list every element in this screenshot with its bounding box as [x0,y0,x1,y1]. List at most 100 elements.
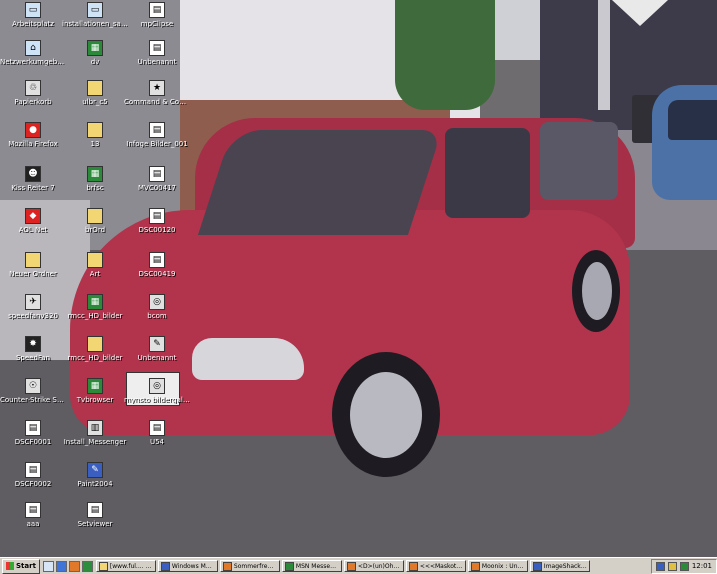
desktop-icon[interactable]: ☉ Counter-Strike Source [0,378,66,404]
desktop-icon-label: Mozilla Firefox [8,140,58,148]
firefox-icon[interactable] [68,560,80,572]
desktop-icon[interactable]: ▤ MVC00417 [124,166,190,192]
document-icon: ▤ [87,502,103,518]
desktop-icon[interactable]: ★ Command & Conquer Generäle Die Stun... [124,80,190,106]
start-button[interactable]: Start [2,558,40,574]
windows-logo-icon [6,562,14,570]
volume-tray-icon[interactable] [667,561,677,571]
desktop-icon[interactable]: Neuer Ordner [0,252,66,278]
app-icon [222,561,232,571]
desktop-icon-label: mpClipse [140,20,174,28]
desktop-icon[interactable]: ◎ mynsto bildergalle.. [124,378,190,404]
program-icon: ✸ [25,336,41,352]
desktop-icon[interactable]: rmcc_HD_bilder [62,336,128,362]
desktop[interactable]: ▭ Arbeitsplatz ⌂ Netzwerkumgebung ♲ Papierkor… [0,0,717,557]
desktop-icon-label: DSCF0002 [14,480,52,488]
taskbar-clock[interactable]: 12:01 [692,562,712,570]
desktop-icon[interactable]: ▭ installationen_sauvo [62,2,128,28]
wallpaper-hedge [395,0,495,110]
desktop-icon[interactable]: ▦ brfsc [62,166,128,192]
program-icon: ⌂ [25,40,41,56]
messenger-icon[interactable] [81,560,93,572]
desktop-icon-label: mynsto bildergalle.. [124,396,190,404]
desktop-icon[interactable]: ▤ DSCF0001 [0,420,66,446]
program-icon: ☻ [25,166,41,182]
desktop-icon[interactable]: ▦ dv [62,40,128,66]
program-icon: ✎ [87,462,103,478]
wallpaper-blue-car-window [668,100,717,140]
desktop-icon-label: Netzwerkumgebung [0,58,66,66]
desktop-icon[interactable]: ▤ mpClipse [124,2,190,28]
desktop-icon[interactable]: ✎ Unbenannt [124,336,190,362]
desktop-icon[interactable]: ▤ aaa [0,502,66,528]
taskbar-button[interactable]: MSN Messenger [281,560,342,572]
desktop-icon[interactable]: ulbr_c5 [62,80,128,106]
desktop-icon[interactable]: ▦ rmcc_HD_bilder [62,294,128,320]
taskbar-button[interactable]: Windows Media... [157,560,218,572]
desktop-icon[interactable]: Art [62,252,128,278]
program-icon: ✎ [149,336,165,352]
document-icon: ▤ [149,2,165,18]
desktop-icon-label: dv [90,58,100,66]
desktop-icon[interactable]: ✈ speedfanv320 [0,294,66,320]
desktop-icon-label: rmcc_HD_bilder [67,312,123,320]
desktop-icon-label: Setviewer [77,520,113,528]
show-desktop-icon[interactable] [42,560,54,572]
program-icon: ♲ [25,80,41,96]
internet-explorer-icon[interactable] [55,560,67,572]
start-label: Start [16,562,36,570]
desktop-icon[interactable]: ⌂ Netzwerkumgebung [0,40,66,66]
desktop-icon[interactable]: ☻ Kiss Reiter 7 [0,166,66,192]
desktop-icon-label: bcom [147,312,167,320]
desktop-icon[interactable]: ✸ SpeedFan [0,336,66,362]
taskbar-button-label: ImageShack - ... [543,562,587,570]
wallpaper-car-rear-window [540,122,618,200]
taskbar-button-label: Windows Media... [171,562,215,570]
messenger-tray-icon[interactable] [679,561,689,571]
document-icon: ▤ [149,252,165,268]
desktop-icon[interactable]: brOrd [62,208,128,234]
desktop-icon[interactable]: ◆ AOL Net [0,208,66,234]
taskbar-button[interactable]: <D>(un)Ohne Ln... [343,560,404,572]
desktop-icon[interactable]: ▤ Infoge Bilder_001 [124,122,190,148]
app-icon [470,561,480,571]
program-icon: ▦ [87,40,103,56]
program-icon: ▭ [25,2,41,18]
desktop-icon[interactable]: ▤ U54 [124,420,190,446]
network-tray-icon[interactable] [655,561,665,571]
system-tray: 12:01 [650,558,717,574]
desktop-icon[interactable]: ▤ DSC00120 [124,208,190,234]
desktop-icon-label: MVC00417 [138,184,176,192]
desktop-icon[interactable]: ▦ Tvbrowser [62,378,128,404]
desktop-icon[interactable]: ♲ Papierkorb [0,80,66,106]
desktop-icon[interactable]: ▭ Arbeitsplatz [0,2,66,28]
desktop-icon[interactable]: ✎ Paint2004 [62,462,128,488]
taskbar-button-label: MSN Messenger [295,562,339,570]
desktop-icon[interactable]: ▤ DSC00419 [124,252,190,278]
desktop-icon-label: speedfanv320 [8,312,58,320]
program-icon: ▭ [87,2,103,18]
wallpaper-car-windshield [197,130,443,235]
desktop-icon-label: DSC00120 [138,226,176,234]
taskbar-button[interactable]: Sommerfrendl... [219,560,280,572]
desktop-icon[interactable]: ◎ bcom [124,294,190,320]
desktop-icon[interactable]: ▤ Unbenannt [124,40,190,66]
desktop-icon[interactable]: ▤ Setviewer [62,502,128,528]
program-icon: ▥ [87,420,103,436]
taskbar-button[interactable]: Moonix : Unter... [467,560,528,572]
folder-icon [87,122,103,138]
desktop-icon-label: ulbr_c5 [82,98,108,106]
desktop-icon-label: Neuer Ordner [9,270,57,278]
desktop-icon[interactable]: ▤ DSCF0002 [0,462,66,488]
document-icon: ▤ [149,420,165,436]
desktop-icon-label: installationen_sauvo [62,20,128,28]
document-icon: ▤ [25,462,41,478]
desktop-icon[interactable]: ● Mozilla Firefox [0,122,66,148]
taskbar-button[interactable]: <<<Maskotz>>>... [405,560,466,572]
desktop-icon-label: Install_Messenger [63,438,127,446]
taskbar-button[interactable]: ImageShack - ... [529,560,590,572]
taskbar-button[interactable]: [www.ful.... full tub [95,560,156,572]
desktop-icon[interactable]: ▥ Install_Messenger [62,420,128,446]
task-list: [www.ful.... full tub Windows Media... Som… [95,560,592,572]
desktop-icon[interactable]: 13 [62,122,128,148]
